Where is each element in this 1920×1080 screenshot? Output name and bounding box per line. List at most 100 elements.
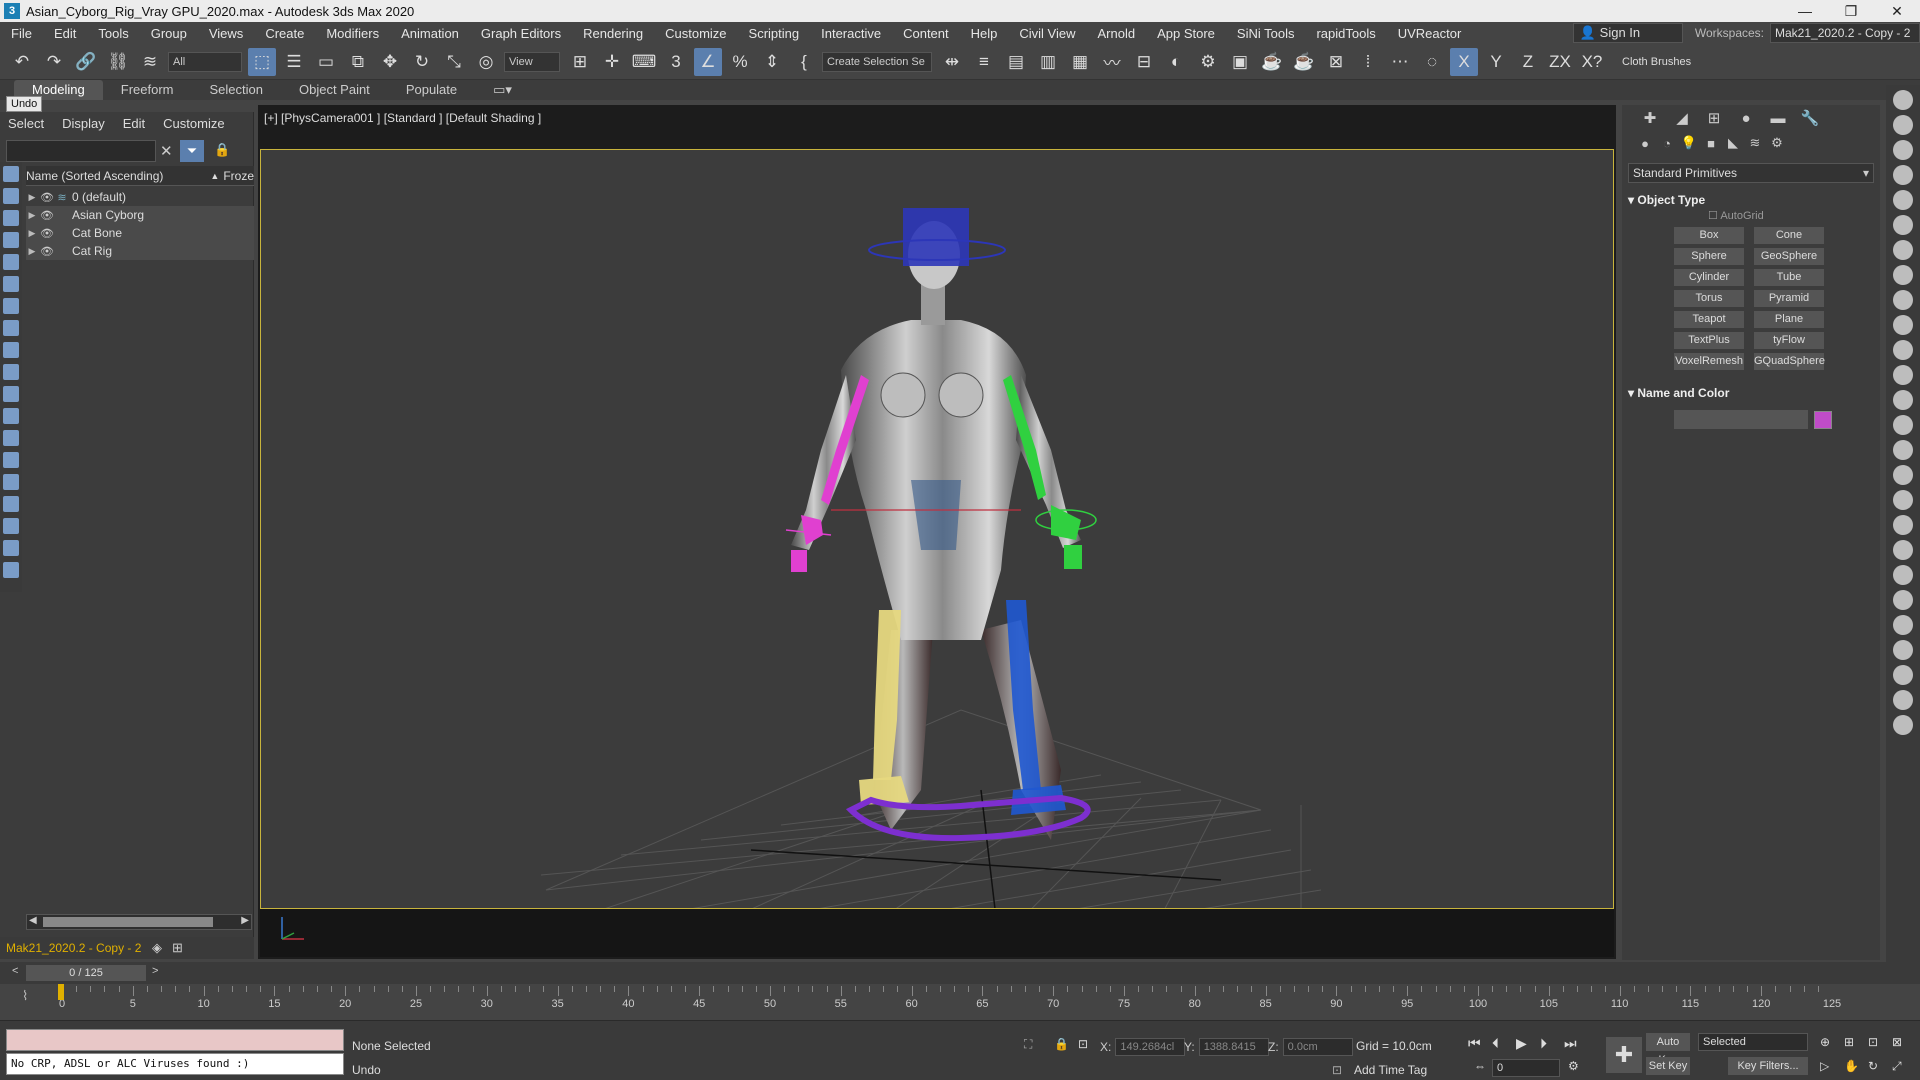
edit-named-sel-icon[interactable]: { xyxy=(790,48,818,76)
settings-icon[interactable] xyxy=(1893,690,1913,710)
snap-toggle-icon[interactable]: 3 xyxy=(662,48,690,76)
unlink-icon[interactable]: ⛓ xyxy=(104,48,132,76)
scene-search-input[interactable] xyxy=(6,140,156,162)
z-coordinate-field[interactable]: 0.0cm xyxy=(1282,1038,1353,1056)
time-config-icon[interactable]: ⚙ xyxy=(1568,1059,1579,1073)
sun-icon[interactable] xyxy=(1893,240,1913,260)
menu-edit[interactable]: Edit xyxy=(43,26,87,41)
display-xrefs-icon[interactable] xyxy=(3,342,19,358)
hair-icon[interactable] xyxy=(1893,615,1913,635)
menu-tools[interactable]: Tools xyxy=(87,26,139,41)
ball-icon[interactable] xyxy=(1893,465,1913,485)
scrollbar-thumb[interactable] xyxy=(43,917,213,927)
systems-icon[interactable]: ⚙ xyxy=(1766,135,1788,151)
texture-icon[interactable] xyxy=(1893,640,1913,660)
scene-row-asian-cyborg[interactable]: ▶ 👁 Asian Cyborg xyxy=(26,206,254,224)
place-icon[interactable]: ◎ xyxy=(472,48,500,76)
next-frame-icon[interactable]: > xyxy=(152,965,158,977)
menu-help[interactable]: Help xyxy=(960,26,1009,41)
window-crossing-icon[interactable]: ⧉ xyxy=(344,48,372,76)
torus-button[interactable]: Torus xyxy=(1674,290,1744,307)
cone-button[interactable]: Cone xyxy=(1754,227,1824,244)
se-menu-select[interactable]: Select xyxy=(8,116,44,131)
bind-space-warp-icon[interactable]: ≋ xyxy=(136,48,164,76)
ribbon-toggle-icon[interactable]: ▦ xyxy=(1066,48,1094,76)
tube-button[interactable]: Tube xyxy=(1754,269,1824,286)
create-tab-icon[interactable]: ✚ xyxy=(1634,109,1666,127)
key-filters-button[interactable]: Key Filters... xyxy=(1728,1057,1808,1075)
y-coordinate-field[interactable]: 1388.8415 xyxy=(1198,1038,1269,1056)
scene-row-default-layer[interactable]: ▶ 👁 ≋ 0 (default) xyxy=(26,188,254,206)
visibility-icon[interactable]: 👁 xyxy=(38,209,56,222)
time-slider-thumb[interactable]: 0 / 125 xyxy=(26,965,146,981)
object-color-swatch[interactable] xyxy=(1814,410,1832,429)
scene-row-cat-rig[interactable]: ▶ 👁 Cat Rig xyxy=(26,242,254,260)
scene-row-cat-bone[interactable]: ▶ 👁 Cat Bone xyxy=(26,224,254,242)
axis-zx-button[interactable]: ZX xyxy=(1546,48,1574,76)
auto-key-button[interactable]: Auto Key xyxy=(1646,1033,1690,1066)
display-lights-icon[interactable] xyxy=(3,232,19,248)
maxscript-output[interactable]: No CRP, ADSL or ALC Viruses found :) xyxy=(6,1053,344,1075)
viewport-label-menu[interactable]: [+] [PhysCamera001 ] [Standard ] [Defaul… xyxy=(264,111,541,125)
display-none-icon[interactable] xyxy=(3,166,19,182)
bowl-icon[interactable] xyxy=(1893,390,1913,410)
sphere-button[interactable]: Sphere xyxy=(1674,248,1744,265)
keyboard-shortcut-icon[interactable]: ⌨ xyxy=(630,48,658,76)
zoom-icon[interactable]: ⊕ xyxy=(1820,1035,1830,1049)
axis-xy-button[interactable]: X? xyxy=(1578,48,1606,76)
name-color-rollout[interactable]: ▾ Name and Color xyxy=(1628,384,1874,402)
distribute-icon[interactable]: ⋯ xyxy=(1386,48,1414,76)
cone-icon[interactable] xyxy=(1893,415,1913,435)
menu-scripting[interactable]: Scripting xyxy=(738,26,811,41)
display-invert-icon[interactable] xyxy=(3,474,19,490)
absolute-mode-icon[interactable]: ⊡ xyxy=(1078,1037,1088,1051)
spacewarps-icon[interactable]: ≋ xyxy=(1744,135,1766,151)
asian-cyborg-model[interactable] xyxy=(785,208,1097,842)
menu-arnold[interactable]: Arnold xyxy=(1087,26,1147,41)
axis-z-button[interactable]: Z xyxy=(1514,48,1542,76)
cloud-icon[interactable] xyxy=(1893,115,1913,135)
sphere-icon[interactable] xyxy=(1893,365,1913,385)
pan-icon[interactable]: ✋ xyxy=(1844,1059,1859,1073)
primitive-category-select[interactable]: Standard Primitives xyxy=(1628,163,1874,183)
percent-snap-icon[interactable]: % xyxy=(726,48,754,76)
axis-y-button[interactable]: Y xyxy=(1482,48,1510,76)
menu-create[interactable]: Create xyxy=(254,26,315,41)
display-all-icon[interactable] xyxy=(3,452,19,468)
zoom-extents-icon[interactable]: ⊡ xyxy=(1868,1035,1878,1049)
menu-animation[interactable]: Animation xyxy=(390,26,470,41)
move-icon[interactable]: ✥ xyxy=(376,48,404,76)
isolate-icon[interactable]: ◌ xyxy=(1418,48,1446,76)
textplus-button[interactable]: TextPlus xyxy=(1674,332,1744,349)
pivot-icon[interactable]: ⊞ xyxy=(566,48,594,76)
object-type-rollout[interactable]: ▾ Object Type xyxy=(1628,191,1874,209)
render-window-icon[interactable] xyxy=(1893,140,1913,160)
expand-icon[interactable]: ▶ xyxy=(26,192,38,203)
select-by-name-icon[interactable]: ☰ xyxy=(280,48,308,76)
hierarchy-icon[interactable]: ⊞ xyxy=(172,940,183,956)
lock-icon[interactable]: 🔒 xyxy=(214,142,230,158)
column-name-header[interactable]: Name (Sorted Ascending) xyxy=(26,169,210,183)
layers-icon[interactable] xyxy=(1893,190,1913,210)
undo-icon[interactable]: ↶ xyxy=(8,48,36,76)
angle-snap-icon[interactable]: ∠ xyxy=(694,47,722,76)
manipulate-icon[interactable]: ✛ xyxy=(598,48,626,76)
menu-civil-view[interactable]: Civil View xyxy=(1008,26,1086,41)
globe-icon[interactable] xyxy=(1893,565,1913,585)
goto-end-icon[interactable]: ⏭ xyxy=(1564,1035,1577,1052)
menu-uvreactor[interactable]: UVReactor xyxy=(1387,26,1473,41)
plane-icon[interactable] xyxy=(1893,315,1913,335)
display-containers-icon[interactable] xyxy=(3,386,19,402)
light-bulb-icon[interactable] xyxy=(1893,215,1913,235)
gquadsphere-button[interactable]: GQuadSphere xyxy=(1754,353,1825,370)
menu-file[interactable]: File xyxy=(0,26,43,41)
object-name-input[interactable] xyxy=(1674,410,1808,429)
render-icon[interactable]: ☕ xyxy=(1258,48,1286,76)
render-iterative-icon[interactable]: ☕ xyxy=(1290,48,1318,76)
motion-tab-icon[interactable]: ● xyxy=(1730,110,1762,127)
tab-freeform[interactable]: Freeform xyxy=(103,80,192,100)
geometry-icon[interactable]: ● xyxy=(1634,136,1656,151)
play-icon[interactable]: ▶ xyxy=(1516,1035,1527,1052)
display-influences-icon[interactable] xyxy=(3,518,19,534)
tab-selection[interactable]: Selection xyxy=(192,80,281,100)
